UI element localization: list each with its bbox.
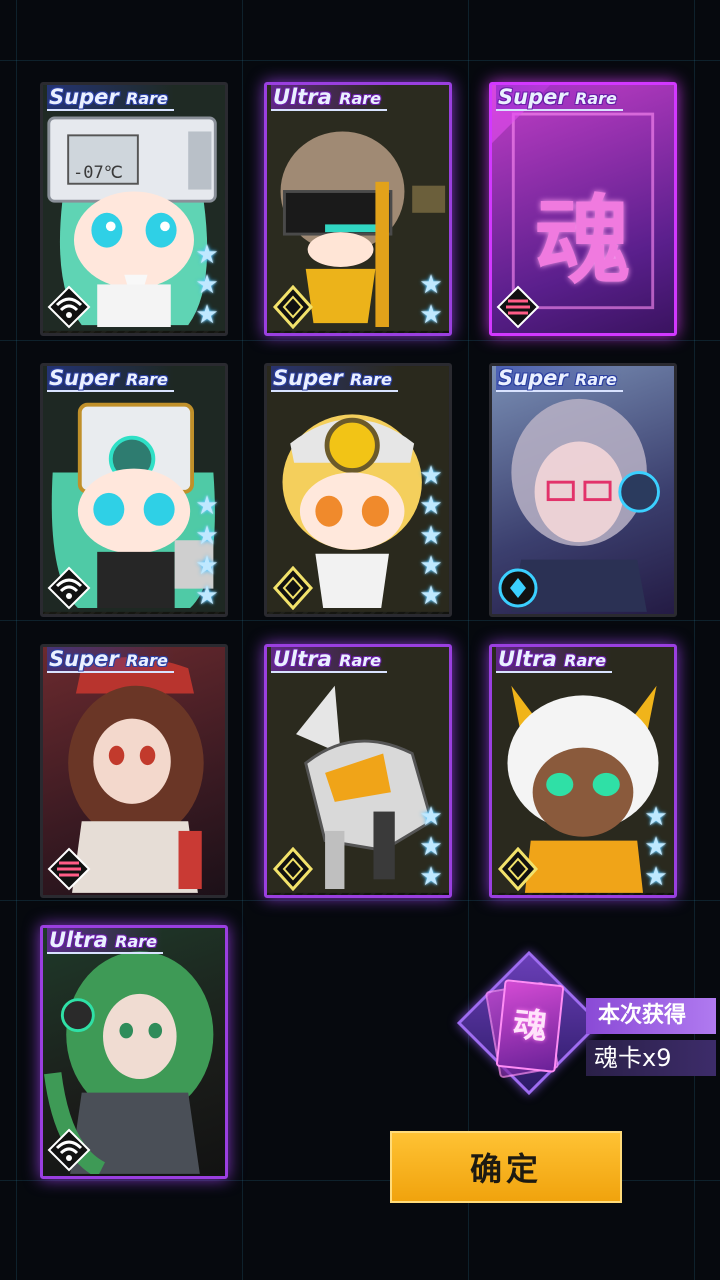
reward-label: 本次获得 [586,998,716,1034]
soul-class-icon [47,847,91,891]
star-rating: ★ ★ ★ [193,241,221,329]
star-icon: ★ [644,862,668,892]
star-icon: ★ [195,270,219,300]
character-card-2[interactable]: Ultra Rare ★ ★ [264,82,452,336]
signal-class-icon [47,566,91,610]
star-icon: ★ [195,240,219,270]
star-icon: ★ [419,802,443,832]
rarity-banner: Ultra Rare [271,85,387,111]
star-rating: ★ ★ ★ [417,803,445,891]
rarity-banner: Super Rare [47,85,174,111]
star-icon: ★ [195,491,219,521]
rarity-banner: Ultra Rare [47,928,163,954]
signal-class-icon [47,1128,91,1172]
soul-class-icon [496,285,540,329]
star-icon: ★ [419,862,443,892]
star-rating: ★ ★ [417,271,445,329]
star-icon: ★ [419,581,443,611]
star-icon: ★ [195,581,219,611]
thermo-readout: -07℃ [73,163,123,183]
star-rating: ★ ★ ★ ★ ★ [417,462,445,610]
diamond-class-icon [272,566,314,610]
character-card-9[interactable]: Ultra Rare ★ ★ ★ [489,644,677,898]
rarity-banner: Super Rare [47,366,174,392]
diamond-class-icon [272,847,314,891]
star-icon: ★ [419,270,443,300]
star-icon: ★ [644,832,668,862]
character-card-1[interactable]: -07℃ Super Rare ★ ★ ★ [40,82,228,336]
ring-class-icon [498,568,538,608]
star-icon: ★ [419,832,443,862]
character-card-5[interactable]: Super Rare ★ ★ ★ ★ ★ [264,363,452,617]
soul-card[interactable]: 魂 Super Rare [489,82,677,336]
character-card-8[interactable]: Ultra Rare ★ ★ ★ [264,644,452,898]
star-icon: ★ [419,551,443,581]
diamond-class-icon [497,847,539,891]
rarity-banner: Ultra Rare [271,647,387,673]
star-icon: ★ [419,300,443,330]
reward-value: 魂卡x9 [586,1040,716,1076]
character-card-10[interactable]: Ultra Rare [40,925,228,1179]
star-icon: ★ [419,521,443,551]
diamond-class-icon [272,285,314,329]
star-rating: ★ ★ ★ ★ [193,492,221,610]
star-icon: ★ [644,802,668,832]
reward-summary: 魂 本次获得 魂卡x9 [456,950,720,1100]
rarity-banner: Super Rare [47,647,174,673]
star-rating: ★ ★ ★ [642,803,670,891]
soul-glyph: 魂 [535,185,631,297]
character-card-6[interactable]: Super Rare [489,363,677,617]
star-icon: ★ [195,551,219,581]
signal-class-icon [47,285,91,329]
star-icon: ★ [195,521,219,551]
rarity-banner: Ultra Rare [496,647,612,673]
rarity-banner: Super Rare [496,366,623,392]
rarity-banner: Super Rare [271,366,398,392]
character-card-7[interactable]: Super Rare [40,644,228,898]
confirm-button[interactable]: 确定 [390,1131,622,1203]
star-icon: ★ [419,491,443,521]
rarity-banner: Super Rare [496,85,623,111]
soul-card-icon: 魂 [495,979,565,1073]
character-card-4[interactable]: Super Rare ★ ★ ★ ★ [40,363,228,617]
star-icon: ★ [419,461,443,491]
star-icon: ★ [195,300,219,330]
